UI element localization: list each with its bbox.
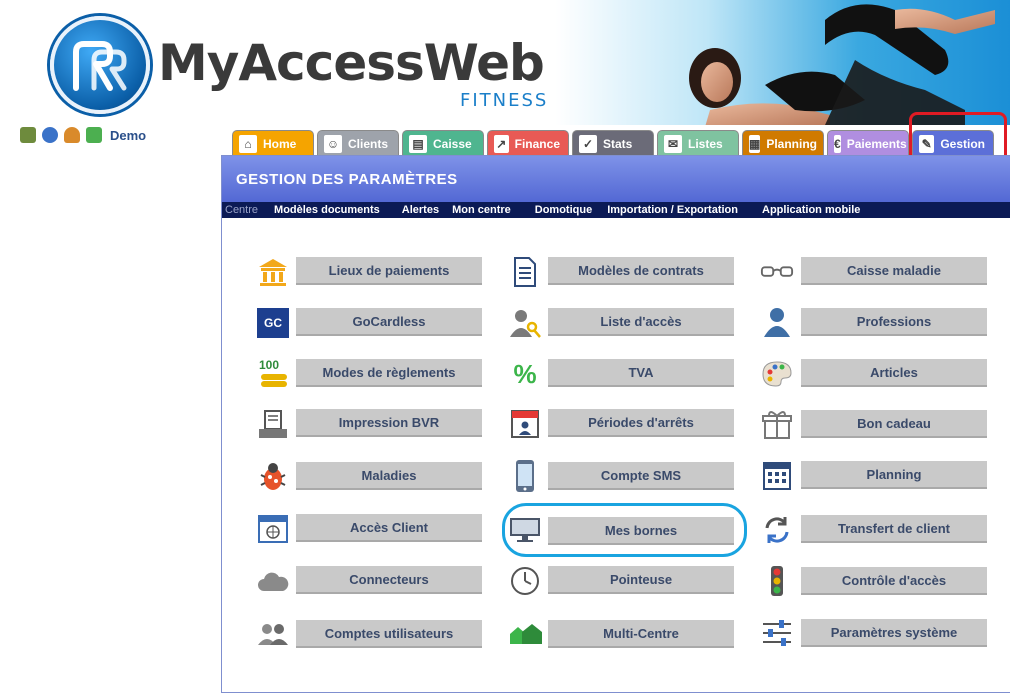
tab-caisse[interactable]: ▤ Caisse (402, 130, 484, 157)
tab-stats[interactable]: ✓ Stats (572, 130, 654, 157)
comptes-utilisateurs-button[interactable]: Comptes utilisateurs (296, 620, 482, 648)
user-key-icon (508, 307, 542, 339)
tab-label: Home (263, 137, 297, 151)
tab-label: Clients (348, 137, 389, 151)
parametres-systeme-button[interactable]: Paramètres système (801, 619, 987, 647)
logo-glyph-icon (73, 41, 127, 91)
tab-home[interactable]: ⌂ Home (232, 130, 314, 157)
logo-subtitle: FITNESS (460, 90, 549, 111)
houses-icon (508, 618, 542, 650)
tab-label: Stats (603, 137, 633, 151)
subnav-modeles-documents[interactable]: Modèles documents (274, 204, 380, 216)
tab-listes[interactable]: ✉ Listes (657, 130, 739, 157)
mes-bornes-highlight (502, 503, 747, 557)
calendar-icon: ▦ (749, 135, 761, 153)
calendar-person-icon (508, 407, 542, 439)
printer-icon (256, 408, 290, 440)
subnav-import-export[interactable]: Importation / Exportation (607, 204, 738, 216)
modeles-de-contrats-button[interactable]: Modèles de contrats (548, 257, 734, 285)
bug-icon (256, 461, 290, 493)
multi-centre-button[interactable]: Multi-Centre (548, 620, 734, 648)
main-tabs: ⌂ Home ☺ Clients ▤ Caisse ↗ Finance ✓ St… (232, 130, 994, 157)
exit-icon[interactable] (20, 127, 36, 143)
tva-button[interactable]: TVA (548, 359, 734, 387)
tab-clients[interactable]: ☺ Clients (317, 130, 399, 157)
smartphone-icon (508, 460, 542, 492)
logo-emblem (50, 16, 150, 114)
stats-icon: ✓ (579, 135, 597, 153)
tab-label: Finance (514, 137, 560, 151)
payment-icon: € (834, 135, 841, 153)
lieux-de-paiements-button[interactable]: Lieux de paiements (296, 257, 482, 285)
current-user-label[interactable]: Demo (110, 128, 146, 143)
finance-chart-icon: ↗ (494, 135, 509, 153)
coins-icon-text: 100 (259, 358, 280, 372)
tab-finance[interactable]: ↗ Finance (487, 130, 569, 157)
periodes-darrets-button[interactable]: Périodes d'arrêts (548, 409, 734, 437)
percent-icon: % (508, 358, 542, 390)
quick-links: Demo (20, 127, 146, 143)
maladies-button[interactable]: Maladies (296, 462, 482, 490)
subnav-application-mobile[interactable]: Application mobile (762, 204, 860, 216)
header-athlete-image (689, 4, 995, 125)
users-group-icon (256, 618, 290, 650)
gocardless-icon-text: GC (257, 308, 289, 338)
tab-label: Planning (766, 137, 818, 151)
bank-icon (256, 256, 290, 288)
transfert-de-client-button[interactable]: Transfert de client (801, 515, 987, 543)
professions-button[interactable]: Professions (801, 308, 987, 336)
web-browser-icon (256, 513, 290, 545)
glasses-icon (760, 256, 794, 288)
app-header: MyAccessWeb FITNESS (0, 0, 1010, 125)
clients-icon: ☺ (324, 135, 342, 153)
person-silhouette-icon (760, 305, 794, 337)
modes-de-reglements-button[interactable]: Modes de règlements (296, 359, 482, 387)
pointeuse-button[interactable]: Pointeuse (548, 566, 734, 594)
coins-icon: 100 (256, 358, 290, 390)
cloud-icon (256, 565, 290, 597)
compte-sms-button[interactable]: Compte SMS (548, 462, 734, 490)
subnav-mon-centre[interactable]: Mon centre (452, 204, 511, 216)
sliders-icon (760, 617, 794, 649)
tab-planning[interactable]: ▦ Planning (742, 130, 824, 157)
clock-icon (508, 565, 542, 597)
tab-label: Listes (688, 137, 723, 151)
subnav-centre[interactable]: Centre (225, 204, 258, 216)
caisse-maladie-button[interactable]: Caisse maladie (801, 257, 987, 285)
impression-bvr-button[interactable]: Impression BVR (296, 409, 482, 437)
refresh-arrows-icon (760, 514, 794, 546)
percent-icon-text: % (513, 358, 537, 389)
connecteurs-button[interactable]: Connecteurs (296, 566, 482, 594)
home-icon: ⌂ (239, 135, 257, 153)
tab-label: Paiements (846, 137, 907, 151)
liste-dacces-button[interactable]: Liste d'accès (548, 308, 734, 336)
bon-cadeau-button[interactable]: Bon cadeau (801, 410, 987, 438)
gocardless-button[interactable]: GoCardless (296, 308, 482, 336)
help-icon[interactable] (42, 127, 58, 143)
logo-title: MyAccessWeb (158, 34, 545, 92)
palette-icon (760, 358, 794, 390)
tab-label: Caisse (433, 137, 472, 151)
calendar-grid-icon (760, 459, 794, 491)
contract-document-icon (508, 256, 542, 288)
planning-button[interactable]: Planning (801, 461, 987, 489)
user-icon[interactable] (64, 127, 80, 143)
settings-subnav: Centre Modèles documents Alertes Mon cen… (222, 202, 1010, 218)
list-icon: ✉ (664, 135, 682, 153)
traffic-light-icon (760, 565, 794, 597)
gocardless-icon: GC (256, 307, 290, 339)
controle-dacces-button[interactable]: Contrôle d'accès (801, 567, 987, 595)
subnav-alertes[interactable]: Alertes (402, 204, 439, 216)
user-switch-icon[interactable] (86, 127, 102, 143)
articles-button[interactable]: Articles (801, 359, 987, 387)
page-title: GESTION DES PARAMÈTRES (222, 156, 1010, 202)
subnav-domotique[interactable]: Domotique (535, 204, 592, 216)
tab-paiements[interactable]: € Paiements (827, 130, 909, 157)
acces-client-button[interactable]: Accès Client (296, 514, 482, 542)
gift-icon (760, 408, 794, 440)
cash-register-icon: ▤ (409, 135, 427, 153)
